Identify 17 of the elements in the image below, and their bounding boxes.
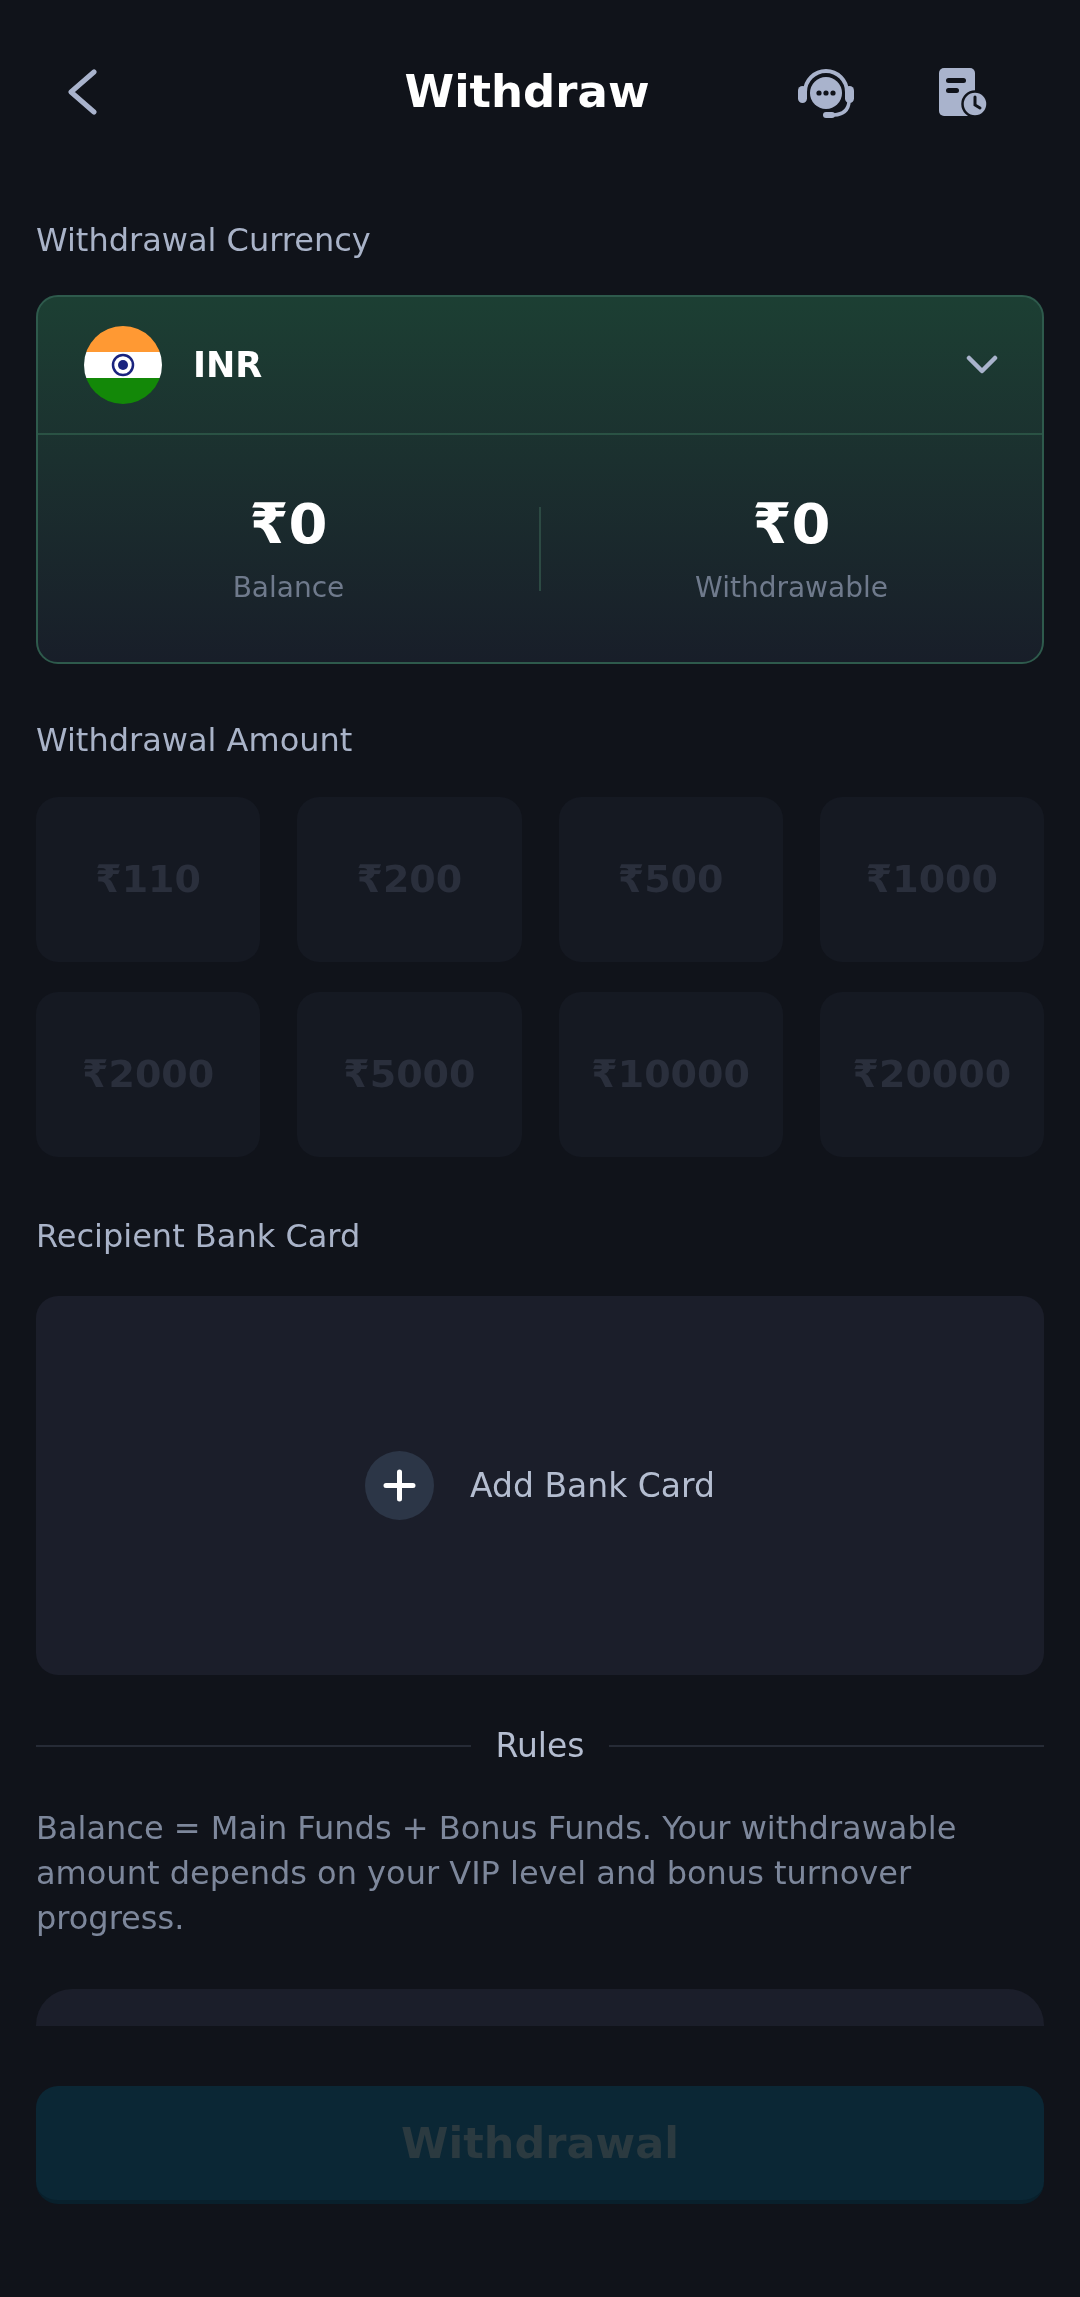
section-label: Withdrawal Currency [36,220,372,260]
back-icon[interactable] [66,69,98,115]
balance-amount: ₹0 [249,491,328,557]
section-label: Recipient Bank Card [36,1216,362,1256]
plus-icon [365,1451,434,1520]
rules-title: Rules [495,1726,585,1766]
document-clock-icon[interactable] [938,67,988,117]
india-flag-icon [84,326,162,404]
rules-text: Balance = Main Funds + Bonus Funds. Your withdrawable amount depends on your VIP level and bonus turnover progress. [36,1808,958,1939]
section-label: Withdrawal Amount [36,720,354,760]
add-bank-card-button[interactable]: Add Bank Card [36,1296,1044,1675]
chevron-down-icon [966,355,998,375]
balance-amount: ₹0 [752,491,831,557]
currency-dropdown[interactable]: INR [38,297,1042,435]
balance-label: Balance [232,570,345,606]
page-title: Withdraw [404,64,650,120]
balance-label: Withdrawable [695,570,888,606]
